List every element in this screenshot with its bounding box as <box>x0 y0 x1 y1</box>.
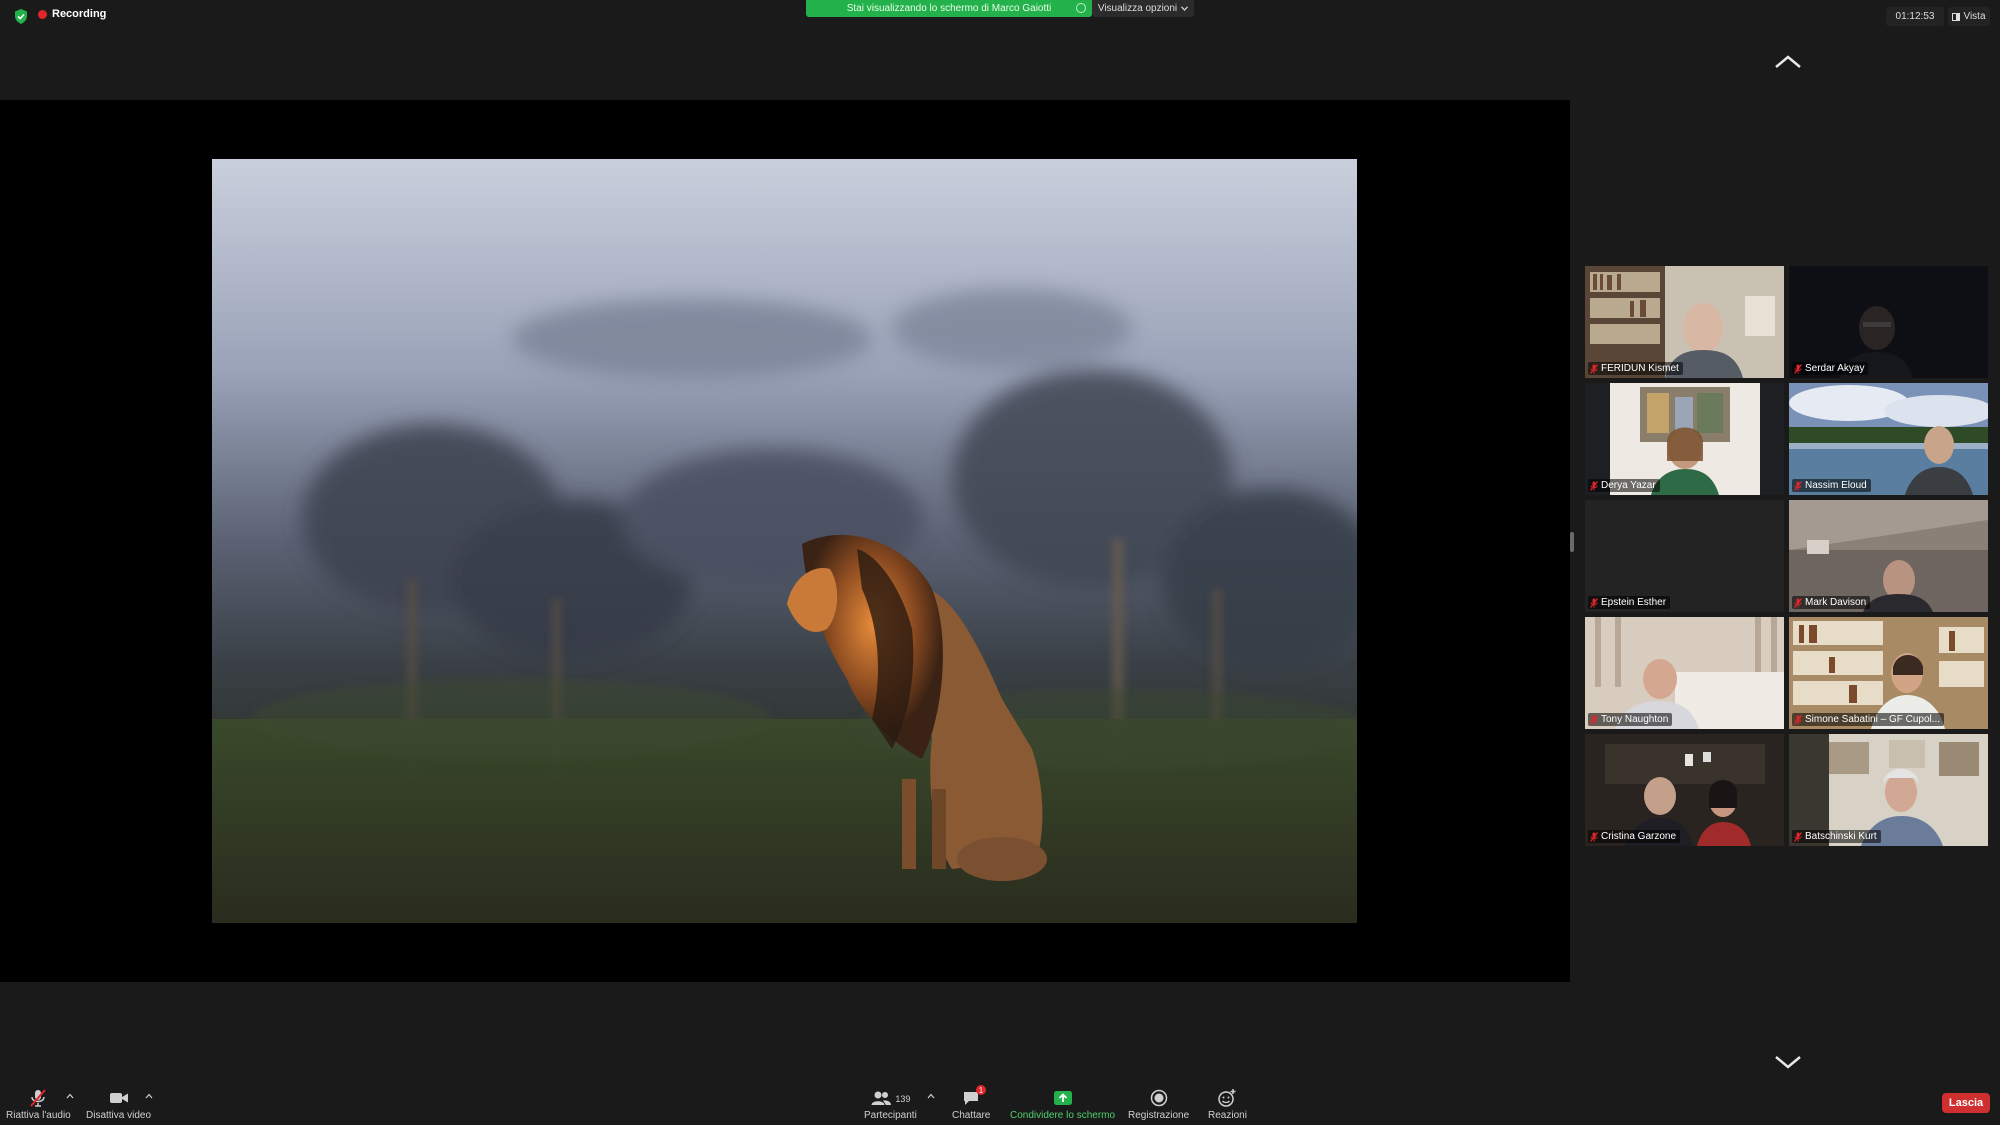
meeting-toolbar: Riattiva l'audio Disattiva video 139 Par… <box>0 1085 2000 1125</box>
screen-share-banner: Stai visualizzando lo schermo di Marco G… <box>806 0 1092 17</box>
participants-count: 139 <box>895 1094 911 1104</box>
leave-button[interactable]: Lascia <box>1942 1093 1990 1113</box>
lion-photo <box>212 159 1357 923</box>
video-camera-icon <box>109 1093 128 1103</box>
chevron-up-icon[interactable] <box>145 1093 153 1099</box>
share-screen-icon <box>1053 1091 1072 1105</box>
participant-tile[interactable]: Nassim Eloud <box>1789 383 1988 495</box>
stop-video-label: Disattiva video <box>86 1110 152 1121</box>
participant-label: Epstein Esther <box>1588 596 1671 609</box>
view-options-button[interactable]: Visualizza opzioni <box>1092 0 1194 17</box>
participant-tile[interactable]: Mark Davison <box>1789 500 1988 612</box>
view-layout-icon <box>1952 12 1961 21</box>
share-banner-text: Stai visualizzando lo schermo di Marco G… <box>846 3 1052 14</box>
muted-mic-icon <box>1590 714 1598 725</box>
recording-label: Recording <box>52 8 107 20</box>
recording-indicator[interactable]: Recording <box>38 8 106 20</box>
participant-tile[interactable]: Batschinski Kurt <box>1789 734 1988 846</box>
chevron-up-icon[interactable] <box>66 1093 74 1099</box>
muted-mic-icon <box>1590 597 1598 608</box>
participant-label: Cristina Garzone <box>1588 830 1681 843</box>
share-status-icon <box>1076 3 1086 13</box>
participant-label: Serdar Akyay <box>1792 362 1869 375</box>
participant-tile[interactable]: Epstein Esther <box>1585 500 1784 612</box>
muted-mic-icon <box>1794 831 1802 842</box>
reactions-button[interactable]: Reazioni <box>1208 1088 1247 1121</box>
chevron-down-icon <box>1181 6 1189 11</box>
recording-dot-icon <box>38 9 47 19</box>
chat-unread-badge: 1 <box>976 1085 986 1095</box>
record-label: Registrazione <box>1128 1110 1190 1121</box>
muted-mic-icon <box>1590 363 1598 374</box>
chevron-up-icon[interactable] <box>927 1093 935 1099</box>
meeting-timer: 01:12:53 <box>1886 7 1944 26</box>
muted-mic-icon <box>1794 597 1802 608</box>
record-icon <box>1150 1089 1167 1107</box>
muted-mic-icon <box>1794 480 1802 491</box>
panel-resize-handle[interactable] <box>1570 532 1574 552</box>
participants-button[interactable]: 139 Partecipanti <box>864 1088 917 1121</box>
participant-label: Mark Davison <box>1792 596 1871 609</box>
participant-label: Batschinski Kurt <box>1792 830 1881 843</box>
view-label: Vista <box>1963 11 1986 22</box>
participant-label: Nassim Eloud <box>1792 479 1871 492</box>
record-button[interactable]: Registrazione <box>1128 1088 1189 1121</box>
unmute-label: Riattiva l'audio <box>6 1110 71 1121</box>
chevron-up-icon[interactable] <box>1774 54 1802 70</box>
participant-tile[interactable]: Simone Sabatini – GF Cupol... <box>1789 617 1988 729</box>
muted-mic-icon <box>1590 831 1598 842</box>
muted-mic-icon <box>30 1089 47 1107</box>
view-button[interactable]: Vista <box>1948 7 1990 26</box>
participant-label: Derya Yazar <box>1588 479 1660 492</box>
participant-label: FERIDUN Kismet <box>1588 362 1683 375</box>
top-bar: Recording Stai visualizzando lo schermo … <box>0 0 2000 32</box>
participants-icon <box>871 1091 892 1105</box>
unmute-button[interactable]: Riattiva l'audio <box>6 1088 71 1121</box>
muted-mic-icon <box>1794 363 1802 374</box>
chat-label: Chattare <box>952 1110 991 1121</box>
share-screen-button[interactable]: Condividere lo schermo <box>1010 1088 1115 1121</box>
shared-screen-area[interactable] <box>0 100 1570 982</box>
participant-tile[interactable]: Derya Yazar <box>1585 383 1784 495</box>
participants-label: Partecipanti <box>864 1110 917 1121</box>
participant-label: Tony Naughton <box>1588 713 1673 726</box>
participant-tile[interactable]: Cristina Garzone <box>1585 734 1784 846</box>
smiley-plus-icon <box>1218 1089 1236 1107</box>
participant-tile[interactable]: FERIDUN Kismet <box>1585 266 1784 378</box>
chevron-down-icon[interactable] <box>1774 1054 1802 1070</box>
share-screen-label: Condividere lo schermo <box>1010 1110 1116 1121</box>
participant-tile[interactable]: Serdar Akyay <box>1789 266 1988 378</box>
participant-label: Simone Sabatini – GF Cupol... <box>1792 713 1945 726</box>
reactions-label: Reazioni <box>1208 1110 1247 1121</box>
muted-mic-icon <box>1590 480 1598 491</box>
participant-tile[interactable]: Tony Naughton <box>1585 617 1784 729</box>
view-options-label: Visualizza opzioni <box>1097 3 1178 14</box>
muted-mic-icon <box>1794 714 1802 725</box>
stop-video-button[interactable]: Disattiva video <box>86 1088 151 1121</box>
shield-icon[interactable] <box>14 9 28 24</box>
